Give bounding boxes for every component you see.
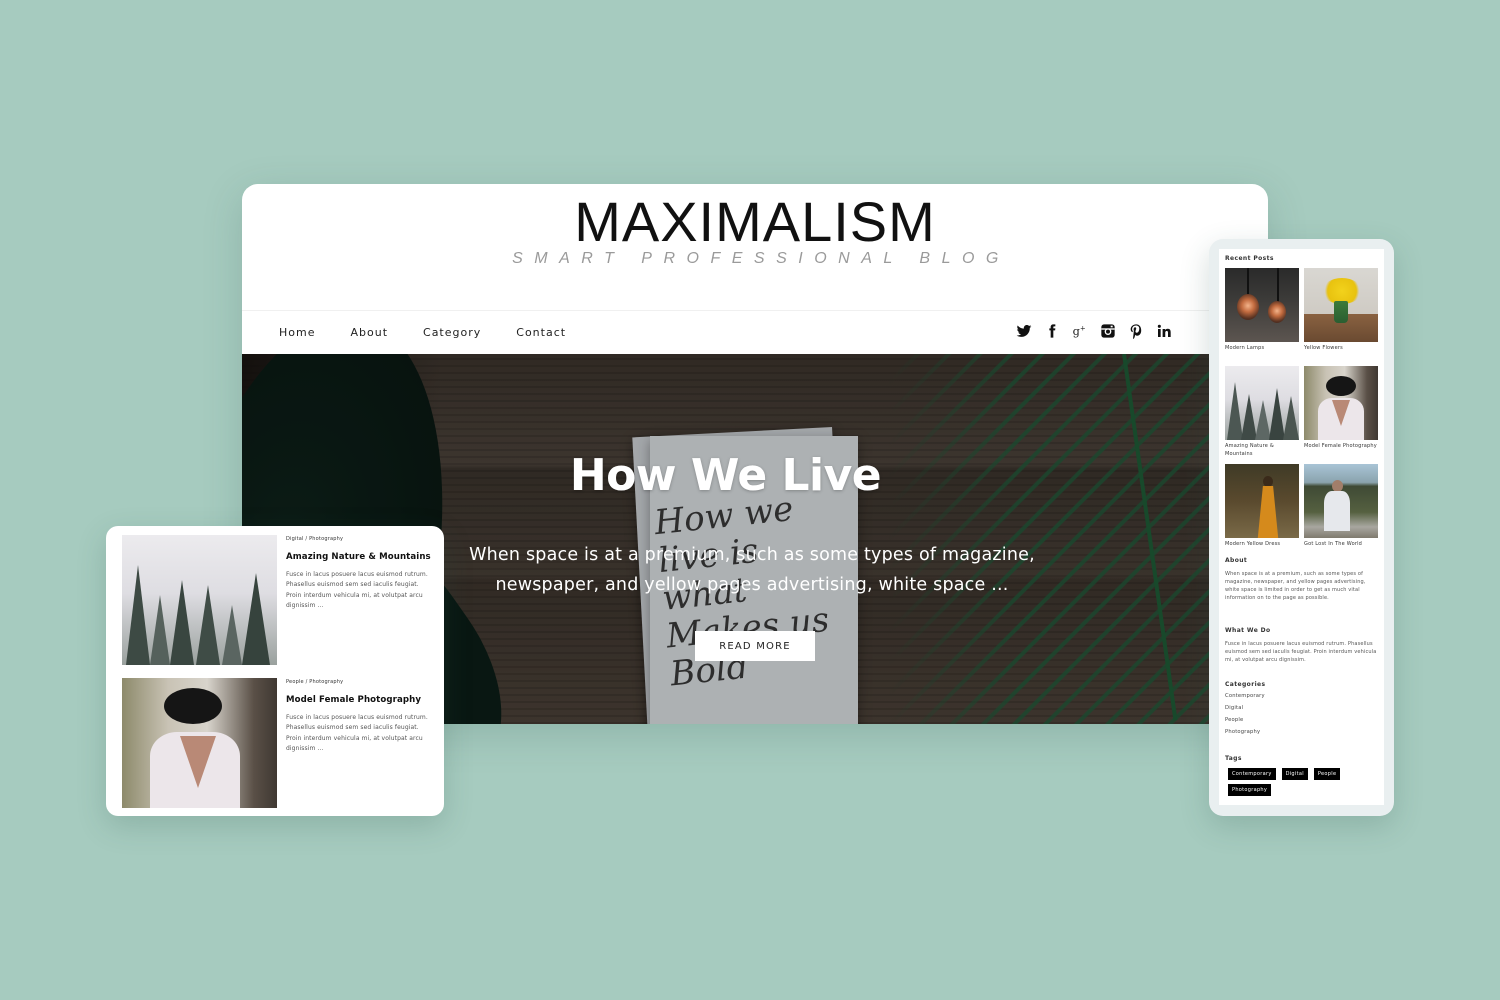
post-title[interactable]: Amazing Nature & Mountains (286, 552, 432, 562)
about-heading: About (1225, 557, 1248, 564)
post-text: Digital / Photography Amazing Nature & M… (286, 535, 432, 612)
post-excerpt: Fusce in lacus posuere lacus euismod rut… (286, 714, 428, 753)
recent-post-item[interactable]: Amazing Nature & Mountains (1225, 366, 1299, 464)
post-caption[interactable]: Model Female Photography (1304, 440, 1378, 464)
tag-chip[interactable]: People (1313, 768, 1341, 780)
categories-widget: Categories Contemporary Digital People P… (1225, 681, 1378, 736)
post-thumbnail[interactable] (122, 678, 277, 808)
about-text: When space is at a premium, such as some… (1225, 571, 1366, 601)
nav-about[interactable]: About (350, 326, 388, 339)
post-categories[interactable]: People / Photography (286, 679, 432, 685)
tags-heading: Tags (1225, 755, 1242, 762)
post-text: People / Photography Model Female Photog… (286, 678, 432, 755)
recent-post-item[interactable]: Modern Yellow Dress (1225, 464, 1299, 562)
tablet-screen: Recent Posts Modern Lamps Yellow Flowers (1219, 249, 1384, 805)
social-links: g + (1016, 323, 1172, 339)
facebook-icon[interactable] (1044, 323, 1060, 339)
recent-post-item[interactable]: Modern Lamps (1225, 268, 1299, 366)
post-title[interactable]: Model Female Photography (286, 695, 432, 705)
nav-home[interactable]: Home (279, 326, 315, 339)
linkedin-icon[interactable] (1156, 323, 1172, 339)
svg-text:+: + (1080, 324, 1086, 332)
tablet-mockup: Recent Posts Modern Lamps Yellow Flowers (1209, 239, 1394, 816)
site-title[interactable]: MAXIMALISM (242, 194, 1268, 250)
recent-post-item[interactable]: Got Lost In The World (1304, 464, 1378, 562)
recent-post-item[interactable]: Model Female Photography (1304, 366, 1378, 464)
tag-list: Contemporary Digital People Photography (1225, 768, 1378, 796)
category-link[interactable]: Contemporary (1225, 693, 1378, 700)
post-card[interactable]: People / Photography Model Female Photog… (122, 678, 432, 808)
twitter-icon[interactable] (1016, 323, 1032, 339)
post-list-mockup: Digital / Photography Amazing Nature & M… (106, 526, 444, 816)
hero-excerpt: When space is at a premium, such as some… (469, 545, 1035, 595)
svg-text:g: g (1073, 324, 1080, 338)
nav-links: Home About Category Contact (279, 326, 601, 339)
recent-posts-heading: Recent Posts (1225, 255, 1274, 262)
post-card[interactable]: Digital / Photography Amazing Nature & M… (122, 535, 432, 665)
recent-posts-grid: Modern Lamps Yellow Flowers Amazing Natu… (1225, 268, 1378, 562)
post-caption[interactable]: Amazing Nature & Mountains (1225, 440, 1299, 464)
google-plus-icon[interactable]: g + (1072, 323, 1088, 339)
tag-chip[interactable]: Photography (1228, 784, 1272, 796)
category-link[interactable]: People (1225, 717, 1378, 724)
tag-chip[interactable]: Digital (1281, 768, 1308, 780)
what-we-do-text: Fusce in lacus posuere lacus euismod rut… (1225, 641, 1377, 663)
post-thumbnail[interactable] (1304, 464, 1378, 538)
post-categories[interactable]: Digital / Photography (286, 536, 432, 542)
post-thumbnail[interactable] (122, 535, 277, 665)
hero-title[interactable]: How We Live (242, 450, 1209, 501)
category-link[interactable]: Digital (1225, 705, 1378, 712)
pinterest-icon[interactable] (1128, 323, 1144, 339)
nav-contact[interactable]: Contact (516, 326, 566, 339)
site-brand[interactable]: MAXIMALISM SMART PROFESSIONAL BLOG (242, 194, 1268, 268)
about-widget: About When space is at a premium, such a… (1225, 557, 1378, 602)
category-link[interactable]: Photography (1225, 729, 1378, 736)
categories-heading: Categories (1225, 681, 1266, 688)
post-thumbnail[interactable] (1304, 268, 1378, 342)
post-thumbnail[interactable] (1225, 366, 1299, 440)
post-thumbnail[interactable] (1304, 366, 1378, 440)
post-excerpt: Fusce in lacus posuere lacus euismod rut… (286, 571, 428, 610)
instagram-icon[interactable] (1100, 323, 1116, 339)
recent-post-item[interactable]: Yellow Flowers (1304, 268, 1378, 366)
post-thumbnail[interactable] (1225, 268, 1299, 342)
nav-category[interactable]: Category (423, 326, 481, 339)
tag-chip[interactable]: Contemporary (1228, 768, 1276, 780)
post-thumbnail[interactable] (1225, 464, 1299, 538)
tags-widget: Tags Contemporary Digital People Photogr… (1225, 755, 1378, 796)
what-we-do-widget: What We Do Fusce in lacus posuere lacus … (1225, 627, 1378, 664)
site-tagline: SMART PROFESSIONAL BLOG (512, 250, 1010, 267)
read-more-button[interactable]: READ MORE (695, 631, 815, 661)
post-caption[interactable]: Modern Lamps (1225, 342, 1299, 366)
what-we-do-heading: What We Do (1225, 627, 1271, 634)
post-caption[interactable]: Yellow Flowers (1304, 342, 1378, 366)
main-nav: Home About Category Contact g + (242, 310, 1268, 354)
